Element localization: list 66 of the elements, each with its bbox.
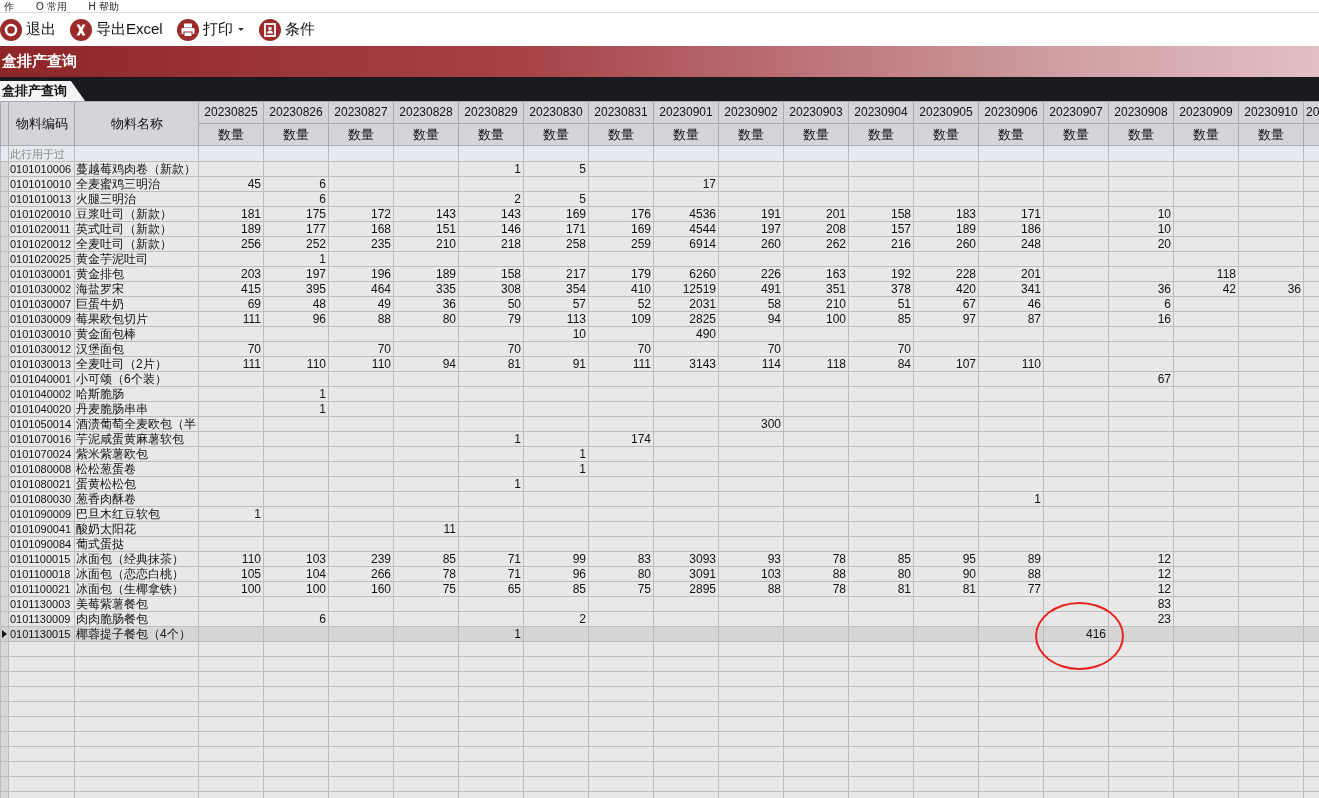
printer-icon[interactable]: [176, 18, 199, 41]
table-row[interactable]: 0101040002 哈斯脆肠 1: [0, 386, 1319, 402]
table-row[interactable]: 0101020025 黄金芋泥吐司 1: [0, 251, 1319, 267]
table-row[interactable]: 0101080021 蛋黄松松包 1: [0, 476, 1319, 492]
table-row[interactable]: 0101130009 肉肉脆肠餐包 6 2 23: [0, 611, 1319, 627]
table-row[interactable]: 0101070016 芋泥咸蛋黄麻薯软包 1 174: [0, 431, 1319, 447]
column-header[interactable]: 20230904: [848, 101, 914, 124]
table-row[interactable]: 0101030012 汉堡面包 70 70 70 70 70 70: [0, 341, 1319, 357]
table-row[interactable]: 0101020011 英式吐司（新款） 189 177 168 151 146 171 169 4544 197 208 157 189 186 10: [0, 221, 1319, 237]
column-header[interactable]: 20230826: [263, 101, 329, 124]
column-header[interactable]: 20230901: [653, 101, 719, 124]
column-header[interactable]: 20230827: [328, 101, 394, 124]
table-row[interactable]: 0101100018 冰面包（恋恋白桃） 105 104 266 78 71 96 80 3091 103 88 80 90 88 12: [0, 566, 1319, 582]
column-header[interactable]: 物料编码: [8, 101, 75, 146]
table-row[interactable]: 0101030009 莓果欧包切片 111 96 88 80 79 113 109 2825 94 100 85 97 87 16: [0, 311, 1319, 327]
table-row[interactable]: 0101130003 美莓紫薯餐包 83: [0, 596, 1319, 612]
column-header[interactable]: 20230905: [913, 101, 979, 124]
contact-card-icon[interactable]: [258, 18, 281, 41]
column-header[interactable]: 20230906: [978, 101, 1044, 124]
table-row[interactable]: 0101010013 火腿三明治 6 2 5: [0, 191, 1319, 207]
table-row[interactable]: 0101020010 豆浆吐司（新款） 181 175 172 143 143 169 176 4536 191 201 158 183 171 10: [0, 206, 1319, 222]
toolbar-button[interactable]: 导出Excel: [70, 18, 163, 41]
table-row[interactable]: 0101030013 全麦吐司（2片） 111 110 110 94 81 91 111 3143 114 118 84 107 110: [0, 356, 1319, 372]
column-header[interactable]: 20230831: [588, 101, 654, 124]
table-row[interactable]: 0101090084 葡式蛋挞: [0, 536, 1319, 552]
column-header[interactable]: 20230903: [783, 101, 849, 124]
column-header[interactable]: 20230828: [393, 101, 459, 124]
table-row[interactable]: 0101020012 全麦吐司（新款） 256 252 235 210 218 258 259 6914 260 262 216 260 248 20: [0, 236, 1319, 252]
table-row[interactable]: 0101090009 巴旦木红豆软包 1: [0, 506, 1319, 522]
table-row[interactable]: 0101050014 酒渍葡萄全麦欧包（半 300: [0, 416, 1319, 432]
table-row[interactable]: 0101100015 冰面包（经典抹茶） 110 103 239 85 71 99 83 3093 93 78 85 95 89 12: [0, 551, 1319, 567]
table-row[interactable]: 0101080008 松松葱蛋卷 1: [0, 461, 1319, 477]
table-row[interactable]: 0101010010 全麦蜜鸡三明治 45 6 17: [0, 176, 1319, 192]
column-header[interactable]: 20230909: [1173, 101, 1239, 124]
toolbar-button[interactable]: 条件: [258, 18, 315, 41]
menu-item[interactable]: O 常用: [36, 0, 67, 12]
column-header[interactable]: 20230825: [198, 101, 264, 124]
column-header[interactable]: 20230908: [1108, 101, 1174, 124]
caret-icon[interactable]: [236, 27, 245, 32]
table-row[interactable]: 0101100021 冰面包（生椰拿铁） 100 100 160 75 65 85 75 2895 88 78 81 81 77 12: [0, 581, 1319, 597]
menu-item[interactable]: 作: [4, 0, 14, 12]
table-row[interactable]: 0101130015 椰蓉提子餐包（4个） 1 416: [0, 626, 1319, 642]
column-header[interactable]: 20230910: [1238, 101, 1304, 124]
table-row[interactable]: 0101030007 巨蛋牛奶 69 48 49 36 50 57 52 2031 58 210 51 67 46 6: [0, 296, 1319, 312]
table-row[interactable]: 0101090041 酸奶太阳花 11: [0, 521, 1319, 537]
table-row[interactable]: 0101070024 紫米紫薯欧包 1: [0, 446, 1319, 462]
menu-item[interactable]: H 帮助: [88, 0, 119, 12]
tab[interactable]: 盒排产查询: [0, 81, 85, 101]
power-icon[interactable]: [0, 18, 22, 41]
table-row[interactable]: 0101030001 黄金排包 203 197 196 189 158 217 179 6260 226 163 192 228 201 118: [0, 266, 1319, 282]
table-row[interactable]: 0101040001 小可颂（6个装） 67: [0, 371, 1319, 387]
table-row[interactable]: 0101030010 黄金面包棒 10 490: [0, 326, 1319, 342]
column-header[interactable]: 20230907: [1043, 101, 1109, 124]
column-header[interactable]: 20230830: [523, 101, 589, 124]
x-letter-icon[interactable]: [70, 18, 92, 41]
column-header[interactable]: 物料名称: [74, 101, 199, 146]
table-row[interactable]: 0101030002 海盐罗宋 415 395 464 335 308 354 410 12519 491 351 378 420 341 36 42 36: [0, 281, 1319, 297]
table-row[interactable]: 0101080030 葱香肉酥卷 1: [0, 491, 1319, 507]
column-header[interactable]: 20230829: [458, 101, 524, 124]
toolbar-button[interactable]: 退出: [0, 18, 56, 41]
row-pointer-icon: [2, 630, 7, 638]
table-row[interactable]: 0101010006 蔓越莓鸡肉卷（新款） 1 5: [0, 161, 1319, 177]
column-header[interactable]: 20230902: [718, 101, 784, 124]
window-title: 盒排产查询: [1, 52, 77, 71]
table-row[interactable]: 0101040020 丹麦脆肠串串 1: [0, 401, 1319, 417]
toolbar-button[interactable]: 打印: [176, 18, 245, 41]
